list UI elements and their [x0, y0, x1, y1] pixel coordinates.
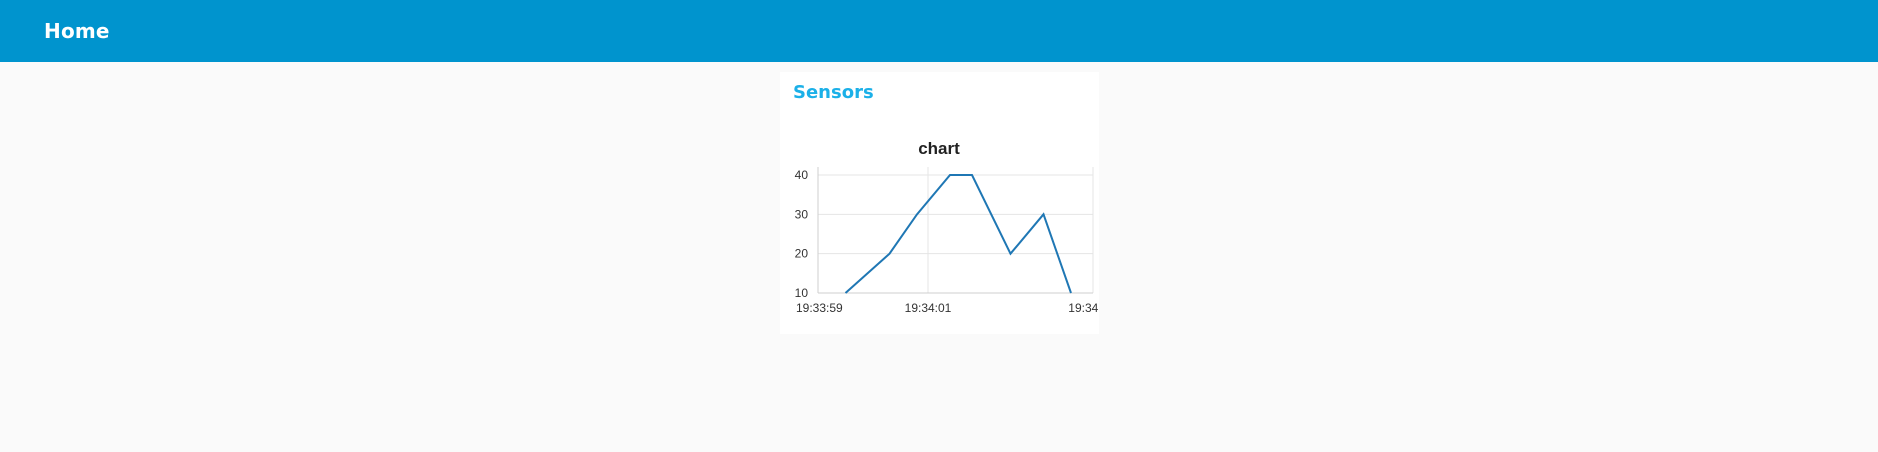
y-axis: 10 20 30 40: [795, 167, 819, 300]
sensors-group-card: Sensors chart 10 20 30 40 19:33:59 19:34:01 1…: [780, 72, 1099, 334]
y-tick-label: 30: [795, 207, 809, 221]
top-toolbar: Home: [0, 0, 1878, 62]
y-tick-label: 20: [795, 247, 809, 261]
x-tick-label: 19:34:04: [1068, 301, 1099, 315]
y-tick-label: 10: [795, 286, 809, 300]
data-point: [845, 292, 847, 294]
chart-title: chart: [918, 139, 960, 158]
data-point: [1043, 213, 1045, 215]
page-title: Home: [44, 19, 110, 43]
sensor-line-chart: chart 10 20 30 40 19:33:59 19:34:01 19:34:04: [795, 139, 1099, 315]
x-axis: 19:33:59 19:34:01 19:34:04: [796, 292, 1099, 315]
data-point: [889, 253, 891, 255]
y-tick-label: 40: [795, 168, 809, 182]
x-tick-label: 19:33:59: [796, 301, 843, 315]
data-point: [916, 213, 918, 215]
series-line: [844, 174, 1072, 294]
series-group: [844, 174, 1072, 294]
chart-grid: [817, 167, 1094, 294]
data-point: [971, 174, 973, 176]
data-point: [1010, 253, 1012, 255]
data-point: [1070, 292, 1072, 294]
data-point: [949, 174, 951, 176]
x-tick-label: 19:34:01: [905, 301, 952, 315]
